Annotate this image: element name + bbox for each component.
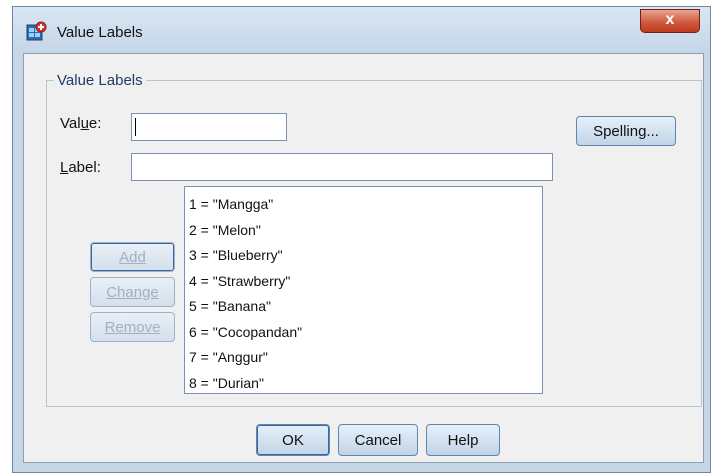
group-legend: Value Labels (54, 72, 146, 89)
dialog-window: Value Labels x Value Labels Value: Label… (12, 6, 711, 473)
change-button[interactable]: Change (90, 277, 175, 307)
dialog-client-area: Value Labels Value: Label: Spelling... A… (23, 53, 704, 463)
list-item[interactable]: 7 = "Anggur" (189, 345, 538, 371)
list-item[interactable]: 4 = "Strawberry" (189, 269, 538, 295)
help-button[interactable]: Help (426, 424, 500, 456)
list-item[interactable]: 8 = "Durian" (189, 371, 538, 397)
list-item[interactable]: 2 = "Melon" (189, 218, 538, 244)
close-button[interactable]: x (640, 9, 700, 33)
list-item[interactable]: 5 = "Banana" (189, 294, 538, 320)
add-button-label: Add (119, 248, 146, 266)
remove-button[interactable]: Remove (90, 312, 175, 342)
value-input[interactable] (131, 113, 287, 141)
value-labels-list[interactable]: 1 = "Mangga" 2 = "Melon" 3 = "Blueberry"… (184, 186, 543, 394)
add-button[interactable]: Add (90, 242, 175, 272)
title-bar[interactable]: Value Labels x (13, 7, 710, 53)
close-icon: x (665, 11, 675, 28)
text-caret (135, 118, 136, 136)
remove-button-label: Remove (104, 318, 161, 336)
label-field-label: Label: (60, 159, 101, 176)
list-item[interactable]: 1 = "Mangga" (189, 192, 538, 218)
list-item[interactable]: 6 = "Cocopandan" (189, 320, 538, 346)
change-button-label: Change (106, 283, 159, 301)
list-item[interactable]: 3 = "Blueberry" (189, 243, 538, 269)
spss-app-icon (26, 21, 47, 41)
value-field-label: Value: (60, 115, 102, 132)
spelling-button[interactable]: Spelling... (576, 116, 676, 146)
label-input[interactable] (131, 153, 553, 181)
window-title: Value Labels (57, 24, 143, 41)
ok-button[interactable]: OK (256, 424, 330, 456)
cancel-button[interactable]: Cancel (338, 424, 418, 456)
